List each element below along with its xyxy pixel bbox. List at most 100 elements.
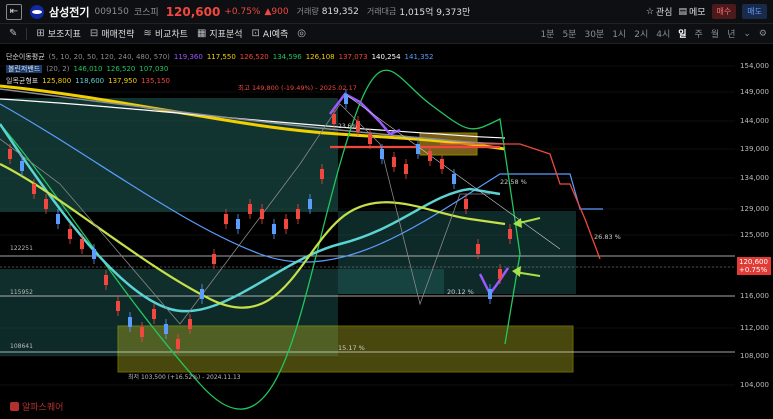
indicator-button[interactable]: ⊞ 보조지표 bbox=[36, 27, 81, 40]
memo-icon: ▤ bbox=[678, 6, 687, 17]
analysis-button[interactable]: ▦ 지표분석 bbox=[197, 27, 243, 40]
ichimoku-legend[interactable]: 일목균형표 125,800 118,600 137,950 135,150 bbox=[6, 76, 174, 86]
chart-canvas[interactable]: 최고 149,800 (-19.49%) - 2025.02.17 최저 103… bbox=[0, 44, 773, 419]
volume-value: 819,352 bbox=[321, 6, 359, 17]
candle-body bbox=[224, 214, 228, 224]
current-price: 120,600 bbox=[165, 4, 221, 19]
candle-body bbox=[200, 289, 204, 299]
timeframe-day[interactable]: 일 bbox=[678, 27, 686, 40]
candle-body bbox=[260, 209, 264, 219]
strategy-icon: ⊟ bbox=[89, 28, 99, 39]
timeframe-2h[interactable]: 2시 bbox=[634, 27, 648, 40]
compare-button[interactable]: ≋ 비교차트 bbox=[143, 27, 188, 40]
price-tick: 108,000 bbox=[740, 352, 769, 360]
candle-body bbox=[368, 134, 372, 144]
candle-body bbox=[56, 214, 60, 224]
candle-body bbox=[8, 149, 12, 159]
collapse-icon[interactable]: ⇤ bbox=[6, 3, 22, 20]
candle-body bbox=[248, 204, 252, 214]
watermark: 알파스퀘어 bbox=[10, 400, 63, 413]
candle-body bbox=[440, 159, 444, 169]
timeframe-1h[interactable]: 1시 bbox=[612, 27, 626, 40]
ai-predict-button[interactable]: ⊡ AI예측 bbox=[252, 27, 289, 40]
price-tick: 116,000 bbox=[740, 292, 769, 300]
annotation-high: 최고 149,800 (-19.49%) - 2025.02.17 bbox=[238, 83, 357, 92]
buy-button[interactable]: 매수 bbox=[711, 4, 737, 19]
ruler-tool-button[interactable]: ✎ bbox=[9, 28, 17, 39]
candle-body bbox=[332, 114, 336, 124]
star-icon: ☆ bbox=[645, 6, 654, 17]
chevron-down-icon[interactable]: ⌄ bbox=[743, 29, 751, 39]
price-tick: 149,000 bbox=[740, 88, 769, 96]
candle-body bbox=[284, 219, 288, 229]
candle-body bbox=[308, 199, 312, 209]
price-tick: 129,000 bbox=[740, 205, 769, 213]
amount-value: 1,015억 9,373만 bbox=[399, 8, 471, 18]
candle-body bbox=[164, 324, 168, 334]
price-tick: 125,000 bbox=[740, 231, 769, 239]
change-absolute: ▲900 bbox=[264, 6, 289, 17]
ai-icon: ⊡ bbox=[251, 28, 260, 39]
annotation-pct-3: 20.12 % bbox=[447, 288, 474, 296]
ruler-icon: ✎ bbox=[9, 28, 18, 39]
volume-label: 거래량 bbox=[296, 7, 319, 16]
sell-button[interactable]: 매도 bbox=[742, 4, 767, 19]
gear-icon[interactable]: ⚙ bbox=[759, 29, 767, 39]
candle-body bbox=[380, 149, 384, 159]
stock-name: 삼성전기 bbox=[49, 5, 90, 19]
candle-body bbox=[404, 164, 408, 174]
timeframe-4h[interactable]: 4시 bbox=[656, 27, 670, 40]
price-tick: 154,000 bbox=[740, 62, 769, 70]
annotation-pct-4: 15.17 % bbox=[338, 344, 365, 352]
camera-button[interactable]: ◎ bbox=[297, 28, 306, 39]
amount-label: 거래대금 bbox=[366, 7, 397, 16]
candle-body bbox=[464, 199, 468, 209]
timeframe-week[interactable]: 주 bbox=[695, 27, 703, 40]
timeframe-year[interactable]: 년 bbox=[727, 27, 735, 40]
price-tick: 134,000 bbox=[740, 174, 769, 182]
candle-body bbox=[296, 209, 300, 219]
sma-legend[interactable]: 단순이동평균 (5, 10, 20, 50, 120, 240, 480, 570… bbox=[6, 52, 438, 62]
samsung-logo bbox=[30, 4, 44, 19]
candle-body bbox=[392, 157, 396, 167]
interest-button[interactable]: ☆ 관심 bbox=[645, 5, 673, 19]
timeframe-30min[interactable]: 30분 bbox=[584, 27, 604, 40]
camera-icon: ◎ bbox=[297, 28, 307, 39]
candle-body bbox=[104, 275, 108, 285]
timeframe-5min[interactable]: 5분 bbox=[562, 27, 576, 40]
bollinger-legend[interactable]: 볼린저밴드 (20, 2) 146,010 126,520 107,030 bbox=[6, 64, 172, 74]
candle-body bbox=[452, 174, 456, 184]
price-tick: 104,000 bbox=[740, 381, 769, 389]
candle-body bbox=[140, 327, 144, 337]
level-label-1: 122251 bbox=[10, 245, 33, 252]
candle-body bbox=[476, 244, 480, 254]
candle-body bbox=[236, 219, 240, 229]
toolbar-divider bbox=[26, 27, 28, 40]
candle-body bbox=[212, 254, 216, 264]
annotation-pct-1: 22.58 % bbox=[500, 178, 527, 186]
level-label-2: 115952 bbox=[10, 289, 33, 296]
annotation-pct-5: 23.6% bbox=[338, 123, 357, 130]
candle-body bbox=[152, 309, 156, 319]
candle-body bbox=[92, 249, 96, 259]
annotation-low: 최저 103,500 (+16.52%) - 2024.11.13 bbox=[128, 373, 241, 381]
candle-body bbox=[508, 229, 512, 239]
price-chart[interactable]: 최고 149,800 (-19.49%) - 2025.02.17 최저 103… bbox=[0, 44, 773, 419]
change-percent: +0.75% bbox=[224, 6, 261, 17]
memo-button[interactable]: ▤ 메모 bbox=[678, 5, 705, 19]
strategy-button[interactable]: ⊟ 매매전략 bbox=[90, 27, 135, 40]
candle-body bbox=[44, 199, 48, 209]
price-tick: 139,000 bbox=[740, 145, 769, 153]
candle-body bbox=[32, 184, 36, 194]
candle-body bbox=[80, 239, 84, 249]
stock-header: ⇤ 삼성전기 009150 코스피 120,600 +0.75% ▲900 거래… bbox=[0, 0, 773, 24]
level-label-3: 108641 bbox=[10, 343, 33, 350]
candle-body bbox=[20, 161, 24, 171]
candle-body bbox=[176, 339, 180, 349]
timeframe-month[interactable]: 월 bbox=[711, 27, 719, 40]
annotation-pct-2: 26.83 % bbox=[594, 233, 621, 241]
candle-body bbox=[68, 229, 72, 239]
analysis-icon: ▦ bbox=[196, 28, 207, 39]
chart-toolbar: ✎ ⊞ 보조지표 ⊟ 매매전략 ≋ 비교차트 ▦ 지표분석 ⊡ AI예측 ◎ 1… bbox=[0, 24, 773, 44]
timeframe-1min[interactable]: 1분 bbox=[540, 27, 554, 40]
